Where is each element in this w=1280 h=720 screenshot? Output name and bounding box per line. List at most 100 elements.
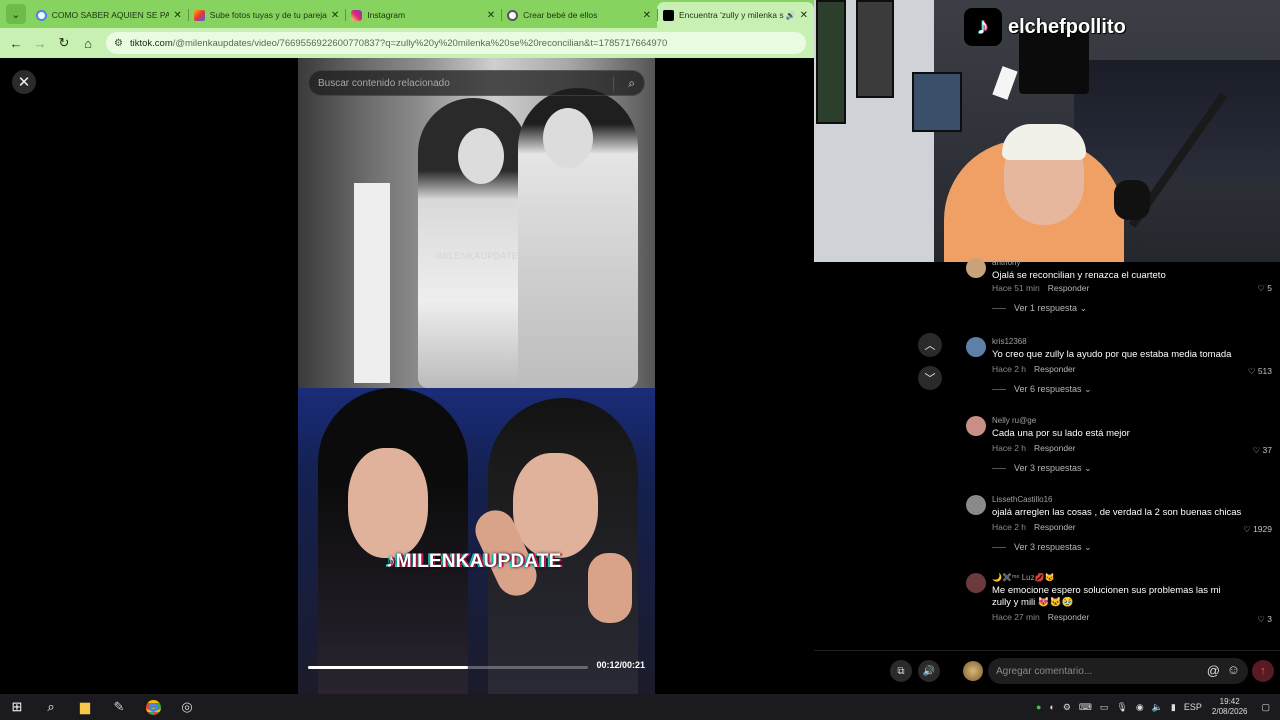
tab-4-active[interactable]: Encuentra 'zully y milenka s 🔊 ✕ [657, 2, 814, 28]
close-tab-icon[interactable]: ✕ [487, 10, 495, 21]
like-button[interactable]: ♡ 513 [1248, 366, 1272, 377]
comment-username[interactable]: 🌙✖️ᵐᵉ Luz💋😼 [992, 573, 1055, 582]
reply-button[interactable]: Responder [1048, 283, 1090, 293]
avatar[interactable] [966, 495, 986, 515]
close-tab-icon[interactable]: ✕ [800, 10, 808, 21]
tab-1[interactable]: Sube fotos tuyas y de tu pareja ✕ [187, 2, 346, 28]
next-video-button[interactable]: ﹀ [918, 366, 942, 390]
reply-button[interactable]: Responder [1034, 522, 1076, 532]
address-bar[interactable]: ⚙ tiktok.com/@milenkaupdates/video/76695… [106, 32, 806, 54]
view-replies-button[interactable]: Ver 3 respuestas ⌄ [992, 542, 1092, 553]
comment-username[interactable]: LissethCastillo16 [992, 495, 1052, 504]
avatar[interactable] [966, 258, 986, 278]
close-tab-icon[interactable]: ✕ [331, 10, 339, 21]
tiktok-handle-overlay: ♪ elchefpollito [964, 8, 1126, 46]
comment-username[interactable]: Nelly ru@ge [992, 416, 1036, 425]
notification-icon[interactable]: ▢ [1261, 702, 1270, 713]
avatar [963, 661, 983, 681]
close-video-button[interactable]: ✕ [12, 70, 36, 94]
view-replies-button[interactable]: Ver 1 respuesta ⌄ [992, 303, 1087, 314]
reply-button[interactable]: Responder [1034, 364, 1076, 374]
poster-frame [816, 0, 846, 124]
google-icon [35, 9, 47, 21]
clock[interactable]: 19:42 2/08/2026 [1212, 697, 1248, 717]
comment-username[interactable]: kris12368 [992, 337, 1027, 346]
tab-title: Instagram [367, 10, 406, 20]
app-pen-icon[interactable]: ✎ [102, 694, 136, 720]
tab-title: Sube fotos tuyas y de tu pareja [209, 10, 327, 20]
browser-toolbar: ← → ↻ ⌂ ⚙ tiktok.com/@milenkaupdates/vid… [0, 28, 814, 58]
view-replies-label: Ver 3 respuestas [1014, 542, 1082, 552]
comment-username[interactable]: anthony [992, 258, 1020, 267]
comment-input[interactable]: Agregar comentario... @ ☺ [988, 658, 1248, 684]
reply-button[interactable]: Responder [1034, 443, 1076, 453]
tab-3[interactable]: Crear bebé de ellos ✕ [501, 2, 657, 28]
tab-search-icon[interactable]: ⌄ [6, 4, 26, 24]
like-count: 513 [1257, 366, 1272, 376]
search-icon[interactable]: ⌕ [628, 76, 635, 91]
video-time: 00:12/00:21 [596, 660, 645, 670]
reply-button[interactable]: Responder [1048, 612, 1090, 622]
emoji-icon[interactable]: ☺ [1227, 662, 1240, 677]
url-path: /@milenkaupdates/video/76695569226007708… [172, 37, 668, 49]
avatar[interactable] [966, 337, 986, 357]
chrome-icon[interactable] [136, 694, 170, 720]
close-tab-icon[interactable]: ✕ [643, 10, 651, 21]
comment-meta: Hace 2 h Responder [992, 443, 1084, 453]
windows-taskbar: ⊞ ⌕ ▆ ✎ ◎ ● ◐ ⚙ ⌨ ▭ 🎙 ◉ 🔈 ▮ ESP 19:42 2/0… [0, 694, 1280, 720]
heart-icon: ♡ [1257, 614, 1268, 624]
tray-app-icon[interactable]: ● [1036, 702, 1041, 712]
previous-video-button[interactable]: ︿ [918, 333, 942, 357]
avatar[interactable] [966, 416, 986, 436]
like-button[interactable]: ♡ 3 [1257, 614, 1272, 625]
home-icon[interactable]: ⌂ [76, 36, 100, 51]
mention-icon[interactable]: @ [1207, 663, 1220, 678]
tray-app-icon[interactable]: ⚙ [1063, 702, 1071, 713]
avatar[interactable] [966, 573, 986, 593]
battery-icon[interactable]: ▮ [1171, 702, 1176, 713]
view-replies-button[interactable]: Ver 6 respuestas ⌄ [992, 384, 1092, 395]
tab-0[interactable]: COMO SABER AQUIEN SE PAREC ✕ [30, 2, 188, 28]
windows-start-icon[interactable]: ⊞ [0, 694, 34, 720]
view-replies-button[interactable]: Ver 3 respuestas ⌄ [992, 463, 1092, 474]
picture-in-picture-button[interactable]: ⧉ [890, 660, 912, 682]
forward-arrow-icon[interactable]: → [28, 36, 52, 51]
obs-icon[interactable]: ◎ [170, 694, 204, 720]
system-tray: ● ◐ ⚙ ⌨ ▭ 🎙 ◉ 🔈 ▮ ESP 19:42 2/08/2026 ▢ [1032, 694, 1280, 720]
microphone [1114, 180, 1150, 220]
volume-button[interactable]: 🔊 [918, 660, 940, 682]
comment-time: Hace 51 min [992, 283, 1040, 293]
tray-app-icon[interactable]: ◐ [1049, 702, 1054, 712]
reload-icon[interactable]: ↻ [52, 35, 76, 51]
file-explorer-icon[interactable]: ▆ [68, 694, 102, 720]
speaker-icon[interactable]: 🔊 [786, 11, 796, 20]
like-button[interactable]: ♡ 1929 [1243, 524, 1272, 535]
comment-meta: Hace 51 min Responder [992, 283, 1097, 293]
tray-app-icon[interactable]: ▭ [1100, 702, 1109, 713]
streamer-handle: elchefpollito [1008, 15, 1126, 38]
close-tab-icon[interactable]: ✕ [173, 10, 181, 21]
tab-title: Crear bebé de ellos [523, 10, 598, 20]
microphone-icon[interactable]: 🎙 [1116, 702, 1127, 713]
video-player[interactable]: ♪MILENKAUPDATE ♪MILENKAUPDATE Buscar con… [298, 58, 655, 694]
tiktok-page: ✕ ♪MILENKAUPDATE ♪MILENKAUPDATE Buscar c… [0, 58, 814, 694]
tray-app-icon[interactable]: ⌨ [1079, 702, 1092, 713]
video-frame-top: ♪MILENKAUPDATE [298, 58, 655, 388]
tab-2[interactable]: Instagram ✕ [345, 2, 501, 28]
like-button[interactable]: ♡ 5 [1257, 283, 1272, 294]
view-replies-label: Ver 6 respuestas [1014, 384, 1082, 394]
hand [588, 553, 632, 623]
search-icon[interactable]: ⌕ [34, 694, 68, 720]
keyboard-language[interactable]: ESP [1184, 702, 1202, 712]
comment-placeholder: Agregar comentario... [996, 665, 1093, 677]
tray-app-icon[interactable]: ◉ [1136, 702, 1144, 713]
video-progress-bar[interactable] [308, 666, 588, 669]
back-arrow-icon[interactable]: ← [4, 36, 28, 51]
site-info-icon[interactable]: ⚙ [114, 38, 123, 49]
related-search-input[interactable]: Buscar contenido relacionado ⌕ [308, 70, 645, 96]
post-comment-button[interactable]: ↑ [1252, 660, 1274, 682]
poster-frame [912, 72, 962, 132]
comment-text: Ojalá se reconcilian y renazca el cuarte… [992, 270, 1166, 281]
like-button[interactable]: ♡ 37 [1253, 445, 1272, 456]
speaker-icon[interactable]: 🔈 [1152, 702, 1163, 713]
